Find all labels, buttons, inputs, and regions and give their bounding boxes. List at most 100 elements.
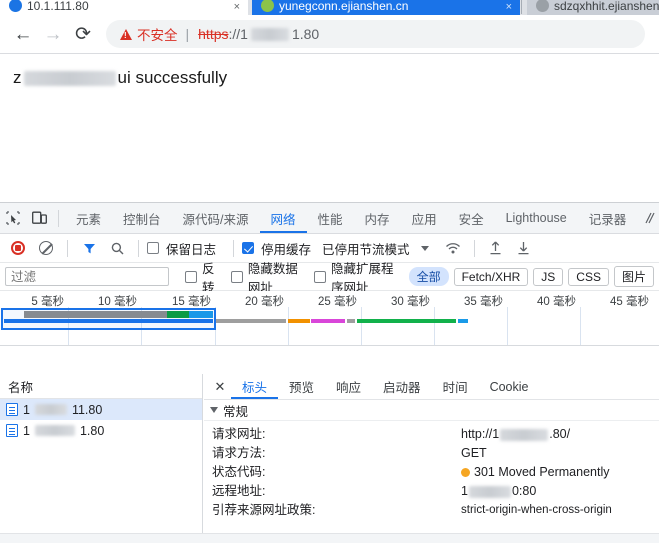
toolbar-divider: [67, 239, 68, 257]
devtools-tab-console[interactable]: 控制台: [112, 203, 172, 233]
toolbar-divider: [138, 239, 139, 257]
devtools-tab-security[interactable]: 安全: [448, 203, 495, 233]
redacted-text-block: [23, 71, 116, 87]
filter-funnel-icon[interactable]: [76, 235, 102, 261]
url-scheme: https: [198, 26, 229, 42]
disable-cache-checkbox[interactable]: [242, 242, 255, 254]
browser-tab-3[interactable]: sdzqxhhit.ejianshen.cn: [527, 0, 659, 15]
leaf-icon: [261, 0, 274, 12]
back-icon[interactable]: ←: [8, 19, 38, 49]
toolbar-divider: [473, 239, 475, 257]
disable-cache-label[interactable]: 停用缓存: [261, 239, 311, 258]
chevron-down-icon[interactable]: [420, 245, 429, 251]
browser-toolbar: ← → ⟳ 不安全 | https :// 1 1.80: [0, 15, 659, 54]
browser-tab-2[interactable]: yunegconn.ejianshen.cn ×: [252, 0, 520, 15]
redacted-host-block: [468, 485, 511, 498]
type-chip-all[interactable]: 全部: [408, 267, 449, 286]
document-icon: [6, 424, 18, 437]
type-chip-css[interactable]: CSS: [568, 267, 609, 286]
devtools-tab-recorder[interactable]: 记录器: [578, 203, 638, 233]
search-icon[interactable]: [104, 235, 130, 261]
detail-tab-headers[interactable]: 标头: [231, 374, 278, 399]
request-url-prefix: http://1: [461, 427, 500, 441]
forward-icon[interactable]: →: [38, 19, 68, 49]
overview-bar-segment: [347, 319, 355, 323]
toolbar-divider: [233, 239, 235, 257]
table-row[interactable]: 1 11.80: [0, 399, 202, 420]
security-status-label[interactable]: 不安全: [137, 24, 178, 44]
close-icon[interactable]: ✕: [209, 379, 231, 395]
record-stop-icon[interactable]: [5, 235, 31, 261]
detail-key: 引荐来源网址政策:: [212, 503, 316, 517]
timeline-selection-window[interactable]: [1, 308, 216, 330]
chevron-down-icon[interactable]: [210, 407, 218, 413]
tick-label-40ms: 40 毫秒: [537, 296, 576, 308]
device-toolbar-icon[interactable]: [26, 205, 52, 231]
network-content-split: 名称 1 11.80 1 1.80 ✕ 标头 预览 响应 启动器 时间 Cook…: [0, 374, 659, 543]
remote-address-prefix: 1: [461, 484, 468, 498]
browser-tab-1-title: 10.1.111.80: [27, 0, 89, 13]
devtools-tab-elements[interactable]: 元素: [65, 203, 112, 233]
inspect-element-icon[interactable]: [0, 205, 26, 231]
request-list-header[interactable]: 名称: [0, 374, 202, 399]
devtools-tab-network[interactable]: 网络: [260, 203, 307, 233]
preserve-log-checkbox[interactable]: [147, 242, 159, 254]
network-overview-timeline[interactable]: 5 毫秒 10 毫秒 15 毫秒 20 毫秒 25 毫秒 30 毫秒 35 毫秒…: [0, 291, 659, 346]
overview-bar-segment: [311, 319, 345, 323]
orange-status-dot: [461, 468, 470, 477]
throttling-select-label[interactable]: 已停用节流模式: [322, 239, 410, 258]
devtools-tab-performance[interactable]: 性能: [307, 203, 354, 233]
redacted-host-block: [500, 428, 549, 441]
address-bar[interactable]: 不安全 | https :// 1 1.80: [106, 20, 645, 48]
detail-tab-response[interactable]: 响应: [325, 374, 372, 399]
devtools-panel: 元素 控制台 源代码/来源 网络 性能 内存 应用 安全 Lighthouse …: [0, 202, 659, 543]
clear-icon[interactable]: [33, 235, 59, 261]
filter-input[interactable]: [5, 267, 169, 286]
hide-data-urls-checkbox-box[interactable]: [230, 270, 243, 283]
tick-label-15ms: 15 毫秒: [172, 296, 211, 308]
detail-row-status-code: 状态代码: 301 Moved Permanently: [204, 463, 659, 482]
page-text-suffix: ui successfully: [117, 68, 228, 87]
status-code-text: 301 Moved Permanently: [474, 465, 610, 479]
type-chip-js[interactable]: JS: [533, 267, 564, 286]
browser-tab-3-title: sdzqxhhit.ejianshen.cn: [554, 0, 659, 13]
url-separator: ://: [228, 26, 241, 42]
detail-tab-timing[interactable]: 时间: [432, 374, 479, 399]
detail-key: 状态代码:: [212, 465, 266, 479]
detail-tab-preview[interactable]: 预览: [278, 374, 325, 399]
invert-checkbox-box[interactable]: [185, 270, 197, 283]
column-header-name: 名称: [8, 380, 34, 395]
close-icon[interactable]: ×: [234, 1, 240, 13]
request-name-prefix: 1: [23, 402, 30, 417]
url-host-prefix: 1: [240, 26, 248, 42]
detail-tab-initiator[interactable]: 启动器: [372, 374, 432, 399]
network-conditions-icon[interactable]: [440, 235, 466, 261]
detail-tab-cookies[interactable]: Cookie: [479, 374, 540, 399]
export-har-icon[interactable]: [511, 235, 537, 261]
devtools-tab-application[interactable]: 应用: [401, 203, 448, 233]
invert-filter-checkbox[interactable]: 反转: [180, 258, 215, 296]
table-row[interactable]: 1 1.80: [0, 420, 202, 441]
import-har-icon[interactable]: [483, 235, 509, 261]
devtools-tab-sources[interactable]: 源代码/来源: [172, 203, 260, 233]
browser-tabstrip: 10.1.111.80 × yunegconn.ejianshen.cn × s…: [0, 0, 659, 15]
reload-icon[interactable]: ⟳: [68, 19, 98, 49]
preserve-log-label[interactable]: 保留日志: [166, 239, 216, 258]
browser-tab-1[interactable]: 10.1.111.80 ×: [0, 0, 248, 15]
hide-data-urls-checkbox[interactable]: 隐藏数据网址: [226, 258, 298, 296]
detail-value: GET: [461, 446, 487, 460]
hide-extension-urls-checkbox-box[interactable]: [313, 270, 326, 283]
general-section-header[interactable]: 常规: [204, 400, 659, 421]
close-icon[interactable]: ×: [506, 1, 512, 13]
hide-extension-urls-checkbox[interactable]: 隐藏扩展程序网址: [309, 258, 400, 296]
more-tabs-icon[interactable]: [637, 205, 659, 231]
type-chip-fetch-xhr[interactable]: Fetch/XHR: [453, 267, 529, 286]
devtools-tab-memory[interactable]: 内存: [354, 203, 401, 233]
page-text-prefix: z: [13, 68, 22, 87]
address-divider: |: [185, 26, 190, 42]
detail-value: 1 0:80: [461, 482, 536, 501]
devtools-tab-lighthouse[interactable]: Lighthouse: [495, 203, 578, 233]
type-chip-image[interactable]: 图片: [613, 266, 654, 287]
general-section-title: 常规: [223, 404, 249, 419]
hide-extension-urls-label: 隐藏扩展程序网址: [330, 261, 394, 295]
